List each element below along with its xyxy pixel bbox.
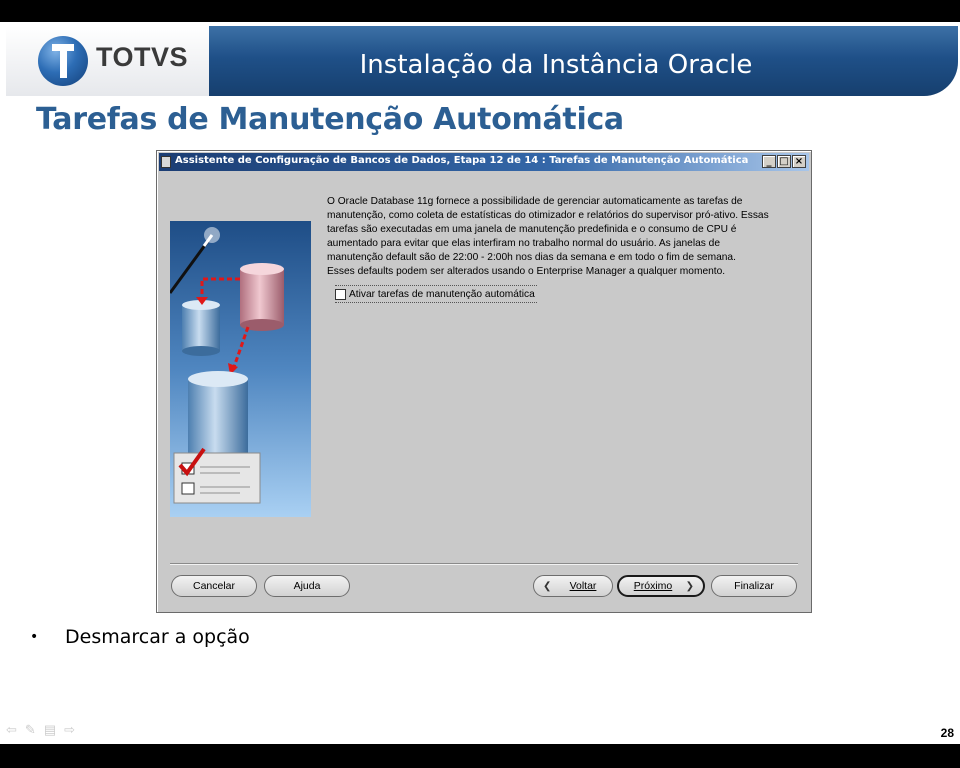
window-icon (161, 156, 171, 168)
checkbox-box[interactable] (335, 288, 346, 300)
header-bar: Instalação da Instância Oracle (209, 26, 958, 96)
chevron-right-icon: ❯ (685, 580, 694, 592)
database-illustration-icon (170, 221, 311, 517)
description-line: aumentado para evitar que elas interfira… (327, 238, 721, 250)
description-line: manutenção default são de 22:00 - 2:00h … (327, 252, 736, 264)
maximize-button[interactable]: □ (777, 155, 791, 168)
header-title: Instalação da Instância Oracle (359, 50, 753, 80)
logo-area: TOTVS (6, 26, 211, 96)
arrow-right-icon[interactable]: ⇨ (64, 722, 75, 738)
chevron-left-icon: ❮ (543, 580, 552, 592)
slide: TOTVS Instalação da Instância Oracle Tar… (0, 22, 960, 744)
config-dialog: Assistente de Configuração de Bancos de … (156, 150, 812, 613)
slide-number: 28 (940, 726, 954, 740)
divider (170, 563, 798, 565)
bullet-text: Desmarcar a opção (65, 626, 250, 648)
dialog-titlebar[interactable]: Assistente de Configuração de Bancos de … (159, 153, 809, 171)
menu-icon[interactable]: ▤ (44, 722, 56, 738)
description-line: O Oracle Database 11g fornece a possibil… (327, 196, 743, 207)
dialog-title: Assistente de Configuração de Bancos de … (175, 155, 749, 166)
cancel-button[interactable]: Cancelar (171, 575, 257, 597)
next-button[interactable]: Próximo ❯ (617, 575, 705, 597)
back-label: Voltar (569, 580, 597, 592)
description-line: tarefas são executadas em uma janela de … (327, 224, 737, 236)
pen-icon[interactable]: ✎ (25, 722, 36, 738)
minimize-button[interactable]: _ (762, 155, 776, 168)
checkbox-label[interactable]: Ativar tarefas de manutenção automática (349, 289, 535, 300)
back-button[interactable]: ❮ Voltar (533, 575, 613, 597)
arrow-left-icon[interactable]: ⇦ (6, 722, 17, 738)
auto-maintenance-checkbox[interactable]: Ativar tarefas de manutenção automática (335, 285, 537, 303)
description-line: manutenção, como coleta de estatísticas … (327, 210, 769, 222)
bullet-icon: • (30, 629, 39, 645)
totvs-logo-icon (38, 36, 88, 86)
slide-nav: ⇦ ✎ ▤ ⇨ (6, 722, 75, 738)
close-button[interactable]: × (792, 155, 806, 168)
finish-button[interactable]: Finalizar (711, 575, 797, 597)
next-label: Próximo (633, 580, 673, 592)
help-button[interactable]: Ajuda (264, 575, 350, 597)
dialog-description: O Oracle Database 11g fornece a possibil… (327, 195, 805, 280)
page-title: Tarefas de Manutenção Automática (36, 102, 624, 137)
description-line: Esses defaults podem ser alterados usand… (327, 266, 726, 278)
logo-text: TOTVS (96, 42, 189, 72)
